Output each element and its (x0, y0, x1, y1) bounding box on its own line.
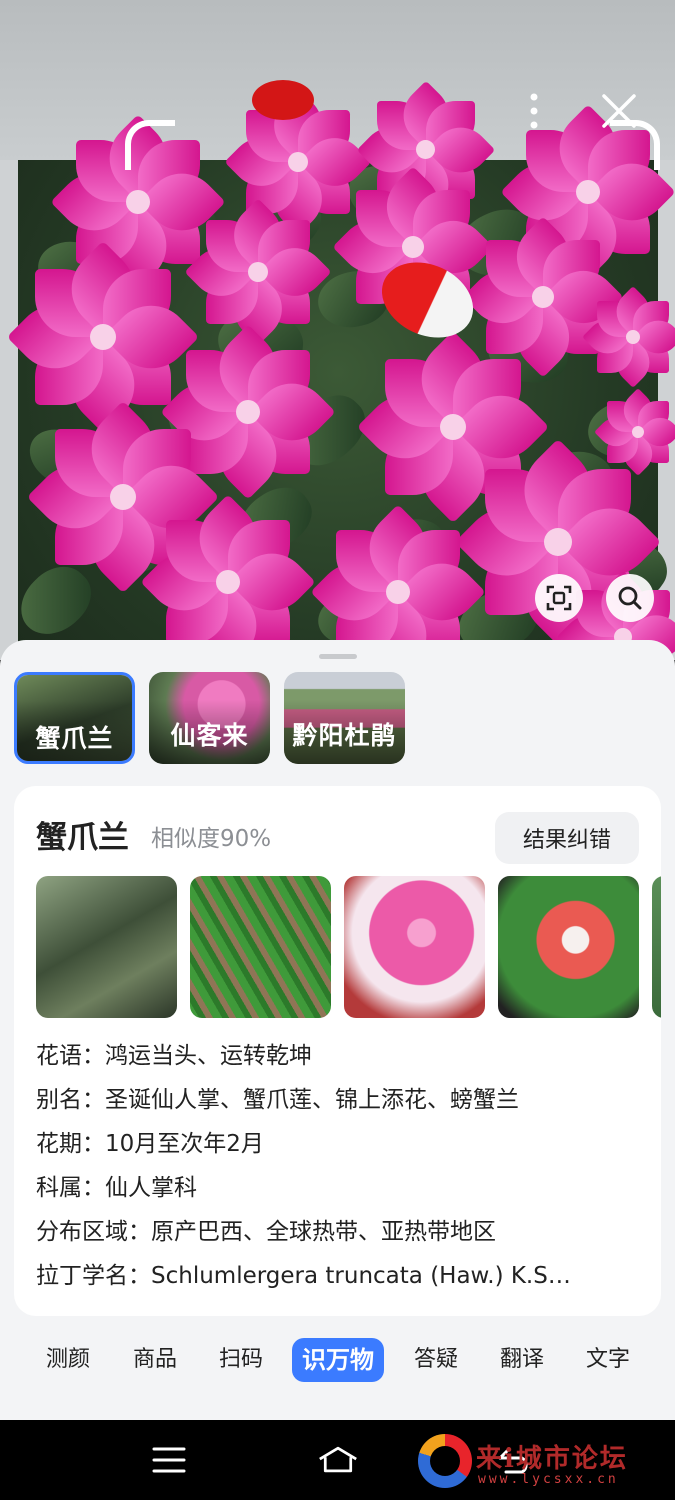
fact-alias: 别名：圣诞仙人掌、蟹爪莲、锦上添花、螃蟹兰 (36, 1078, 636, 1122)
tab-text[interactable]: 文字 (586, 1338, 630, 1382)
fact-value: 仙人掌科 (105, 1175, 197, 1201)
candidate-label: 仙客来 (170, 721, 249, 750)
plant-name: 蟹爪兰 (36, 820, 129, 856)
crop-scan-icon (546, 585, 572, 611)
fact-key: 别名： (36, 1087, 105, 1113)
watermark-url: www.lycsxx.cn (478, 1472, 619, 1487)
similarity-score: 相似度90% (151, 826, 272, 852)
fact-flower-language: 花语：鸿运当头、运转乾坤 (36, 1034, 636, 1078)
gallery-image[interactable] (652, 876, 661, 1018)
fact-key: 科属： (36, 1175, 105, 1201)
camera-viewfinder (0, 0, 675, 660)
candidate-item-xiezhualan[interactable]: 蟹爪兰 (14, 672, 135, 764)
tab-identify-all[interactable]: 识万物 (292, 1338, 384, 1382)
fact-key: 分布区域： (36, 1219, 151, 1245)
scan-frame (125, 120, 660, 640)
image-gallery[interactable] (36, 876, 661, 1018)
candidate-item-qianyang-dujuan[interactable]: 黔阳杜鹃 (284, 672, 405, 764)
succulent-leaf (8, 553, 103, 649)
system-nav-bar: 来i城市论坛 www.lycsxx.cn (0, 1420, 675, 1500)
recent-apps-button[interactable] (149, 1440, 189, 1480)
correct-result-button[interactable]: 结果纠错 (495, 812, 639, 864)
search-icon (618, 586, 642, 610)
home-button[interactable] (318, 1440, 358, 1480)
tab-translate[interactable]: 翻译 (500, 1338, 544, 1382)
result-card: 蟹爪兰 相似度90% 结果纠错 花语：鸿运当头、运转乾坤 别名：圣诞仙人掌、蟹爪… (14, 786, 661, 1316)
fact-value: 原产巴西、全球热带、亚热带地区 (151, 1219, 496, 1245)
crop-scan-button[interactable] (535, 574, 583, 622)
forum-watermark: 来i城市论坛 www.lycsxx.cn (418, 1432, 673, 1490)
vertical-dots-icon (530, 93, 538, 129)
fact-flowering-period: 花期：10月至次年2月 (36, 1122, 636, 1166)
gallery-image[interactable] (498, 876, 639, 1018)
tab-qa[interactable]: 答疑 (414, 1338, 458, 1382)
scan-corner-top-left (125, 120, 175, 170)
tab-face[interactable]: 测颜 (46, 1338, 90, 1382)
tab-product[interactable]: 商品 (133, 1338, 177, 1382)
close-button[interactable] (596, 88, 642, 134)
fact-key: 花语： (36, 1043, 105, 1069)
sheet-drag-handle[interactable] (319, 654, 357, 659)
candidate-item-xiankelai[interactable]: 仙客来 (149, 672, 270, 764)
fact-value: 圣诞仙人掌、蟹爪莲、锦上添花、螃蟹兰 (105, 1087, 519, 1113)
result-sheet: 蟹爪兰 仙客来 黔阳杜鹃 蟹爪兰 相似度90% 结果纠错 花语：鸿运当头、运转乾… (0, 640, 675, 1420)
more-options-button[interactable] (520, 88, 548, 134)
watermark-title: 来i城市论坛 (476, 1444, 628, 1474)
home-icon (319, 1446, 357, 1473)
gallery-image[interactable] (36, 876, 177, 1018)
candidate-label: 黔阳杜鹃 (292, 721, 397, 750)
gallery-image[interactable] (190, 876, 331, 1018)
menu-icon (152, 1447, 186, 1473)
tab-scan-code[interactable]: 扫码 (219, 1338, 263, 1382)
mode-tabs: 测颜 商品 扫码 识万物 答疑 翻译 文字 (0, 1338, 675, 1382)
search-button[interactable] (606, 574, 654, 622)
fact-distribution: 分布区域：原产巴西、全球热带、亚热带地区 (36, 1210, 636, 1254)
fact-value: 鸿运当头、运转乾坤 (105, 1043, 312, 1069)
close-icon (602, 94, 636, 128)
fact-key: 拉丁学名： (36, 1263, 151, 1289)
candidate-label: 蟹爪兰 (35, 724, 114, 753)
gallery-image[interactable] (344, 876, 485, 1018)
fact-value: Schlumlergera truncata (Haw.) K.S… (151, 1263, 571, 1289)
plant-facts: 花语：鸿运当头、运转乾坤 别名：圣诞仙人掌、蟹爪莲、锦上添花、螃蟹兰 花期：10… (36, 1034, 636, 1298)
red-ornament (252, 80, 314, 120)
fact-value: 10月至次年2月 (105, 1131, 264, 1157)
fact-latin-name: 拉丁学名：Schlumlergera truncata (Haw.) K.S… (36, 1254, 636, 1298)
fact-key: 花期： (36, 1131, 105, 1157)
fact-family: 科属：仙人掌科 (36, 1166, 636, 1210)
forum-logo-icon (418, 1434, 472, 1488)
